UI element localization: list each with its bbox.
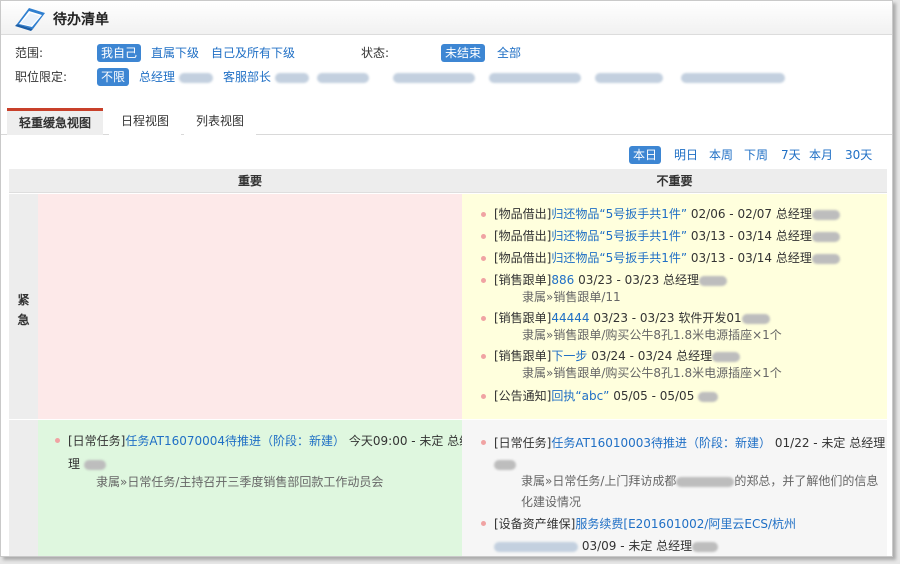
- scope-filter-row: 范围: 我自己 直属下级 自己及所有下级 状态: 未结束 全部: [15, 43, 615, 63]
- list-item: [日常任务]任务AT16070004待推进（阶段：新建） 今天09:00 - 未…: [55, 432, 471, 451]
- status-option-unfinished[interactable]: 未结束: [441, 44, 486, 62]
- period-7-days[interactable]: 7天: [781, 146, 801, 164]
- status-label: 状态:: [361, 46, 390, 60]
- list-item: [物品借出]归还物品“5号扳手共1件” 03/13 - 03/14 总经理: [481, 228, 840, 245]
- view-tabs: 轻重缓急视图 日程视图 列表视图: [1, 101, 892, 135]
- list-item: [公告通知]回执“abc” 05/05 - 05/05: [481, 388, 719, 405]
- task-link[interactable]: 归还物品“5号扳手共1件”: [551, 251, 687, 265]
- status-option-all[interactable]: 全部: [497, 43, 521, 63]
- position-filter-row: 职位限定: 不限 总经理 客服部长: [15, 67, 875, 87]
- grid-corner-cell: [9, 169, 38, 193]
- list-item: [物品借出]归还物品“5号扳手共1件” 03/13 - 03/14 总经理: [481, 250, 840, 267]
- task-link[interactable]: 任务AT16010003待推进（阶段：新建）: [551, 436, 771, 450]
- row-label-not-urgent: [9, 420, 38, 556]
- position-option-redacted-2[interactable]: [393, 67, 475, 87]
- task-link[interactable]: 44444: [551, 311, 589, 325]
- tab-priority-view[interactable]: 轻重缓急视图: [7, 108, 104, 135]
- list-item: [销售跟单]下一步 03/24 - 03/24 总经理 隶属»销售跟单/购买公牛8…: [481, 348, 782, 382]
- position-option-redacted-4[interactable]: [595, 67, 663, 87]
- position-option-redacted-1[interactable]: [317, 67, 369, 87]
- scope-option-direct-subordinates[interactable]: 直属下级: [151, 43, 199, 63]
- quadrant-not-urgent-important: [日常任务]任务AT16070004待推进（阶段：新建） 今天09:00 - 未…: [38, 420, 471, 556]
- list-item-subtitle: 隶属»日常任务/主持召开三季度销售部回款工作动员会: [96, 475, 384, 489]
- period-30-days[interactable]: 30天: [845, 146, 872, 164]
- list-item-subtitle: 隶属»日常任务/上门拜访成都 的郑总，并了解他们的信息: [521, 474, 879, 488]
- task-link[interactable]: 下一步: [551, 349, 587, 363]
- task-link[interactable]: 归还物品“5号扳手共1件”: [551, 229, 687, 243]
- period-tomorrow[interactable]: 明日: [674, 146, 698, 164]
- filter-panel: 范围: 我自己 直属下级 自己及所有下级 状态: 未结束 全部 职位限定: 不限…: [1, 39, 892, 95]
- list-item-continuation: 03/09 - 未定 总经理: [494, 537, 719, 556]
- tab-list-view[interactable]: 列表视图: [184, 108, 257, 135]
- scope-option-self[interactable]: 我自己: [97, 44, 142, 62]
- task-link[interactable]: 服务续费: [575, 517, 623, 531]
- checklist-icon: [15, 8, 45, 31]
- position-option-redacted-5[interactable]: [681, 67, 785, 87]
- list-item: [物品借出]归还物品“5号扳手共1件” 02/06 - 02/07 总经理: [481, 206, 840, 223]
- list-item: [销售跟单]886 03/23 - 03/23 总经理 隶属»销售跟单/11: [481, 272, 728, 306]
- position-option-redacted-3[interactable]: [489, 67, 581, 87]
- list-item: [设备资产维保]服务续费[E201601002/阿里云ECS/杭州: [481, 515, 796, 534]
- task-link[interactable]: 任务AT16070004待推进（阶段：新建）: [125, 434, 345, 448]
- column-header-important: 重要: [38, 169, 462, 193]
- column-header-not-important: 不重要: [462, 169, 887, 193]
- scope-label: 范围:: [15, 46, 44, 60]
- list-item-subtitle: 化建设情况: [521, 495, 582, 509]
- task-link[interactable]: 回执“abc”: [551, 389, 609, 403]
- scope-option-all-subordinates[interactable]: 自己及所有下级: [211, 43, 295, 63]
- quadrant-urgent-important: [38, 194, 462, 419]
- task-link[interactable]: 886: [551, 273, 574, 287]
- position-option-general-manager[interactable]: 总经理: [139, 67, 213, 87]
- quadrant-not-urgent-not-important: [日常任务]任务AT16010003待推进（阶段：新建） 01/22 - 未定 …: [462, 420, 887, 556]
- list-item: [日常任务]任务AT16010003待推进（阶段：新建） 01/22 - 未定 …: [481, 434, 885, 453]
- position-option-service-head[interactable]: 客服部长: [223, 67, 309, 87]
- task-link[interactable]: 归还物品“5号扳手共1件”: [551, 207, 687, 221]
- tab-schedule-view[interactable]: 日程视图: [109, 108, 182, 135]
- period-next-week[interactable]: 下周: [744, 146, 768, 164]
- list-item-continuation: 理: [68, 455, 106, 474]
- period-this-month[interactable]: 本月: [809, 146, 833, 164]
- period-this-week[interactable]: 本周: [709, 146, 733, 164]
- list-item: [销售跟单]44444 03/23 - 03/23 软件开发01 隶属»销售跟单/…: [481, 310, 782, 344]
- list-item-continuation: [494, 455, 516, 474]
- title-bar: 待办清单: [1, 1, 892, 35]
- todo-window: 待办清单 范围: 我自己 直属下级 自己及所有下级 状态: 未结束 全部 职位限…: [0, 0, 893, 557]
- position-option-any[interactable]: 不限: [97, 68, 130, 86]
- window-title: 待办清单: [53, 12, 109, 28]
- task-link-detail[interactable]: [E201601002/阿里云ECS/杭州: [623, 517, 796, 531]
- period-today[interactable]: 本日: [629, 146, 662, 164]
- quadrant-urgent-not-important: [物品借出]归还物品“5号扳手共1件” 02/06 - 02/07 总经理 [物…: [462, 194, 887, 419]
- row-label-urgent: 紧急: [9, 194, 38, 419]
- position-label: 职位限定:: [15, 70, 68, 84]
